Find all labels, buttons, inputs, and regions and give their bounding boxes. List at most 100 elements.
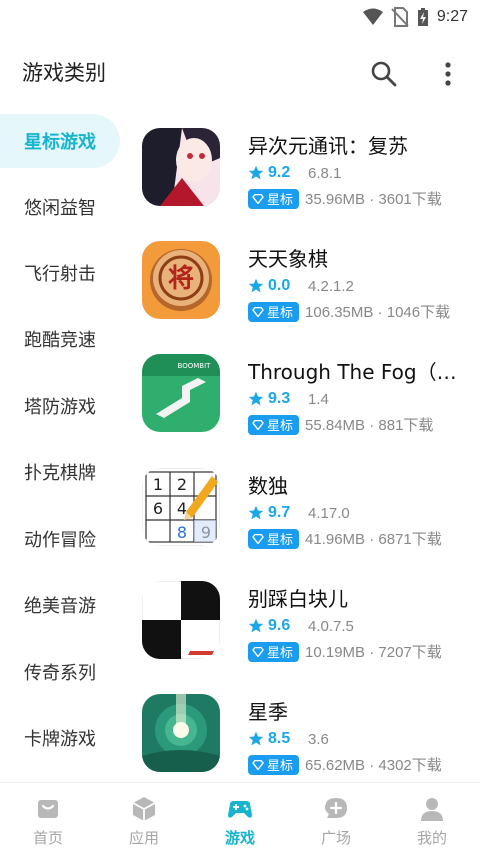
more-options-icon[interactable] (436, 58, 460, 90)
badge-label: 星标 (267, 646, 294, 661)
sidebar-item-card-game[interactable]: 卡牌游戏 (0, 711, 124, 765)
game-score: 9.3 (268, 390, 291, 407)
tab-label: 应用 (128, 829, 159, 847)
diamond-icon (252, 759, 264, 770)
starred-badge: 星标 (248, 641, 300, 662)
star-icon (248, 165, 264, 180)
badge-label: 星标 (267, 193, 294, 208)
wifi-icon (362, 8, 383, 25)
tab-label: 首页 (32, 829, 63, 847)
badge-label: 星标 (267, 419, 294, 434)
list-item[interactable]: 星季 8.5 3.6 星标 65.62MB · 4302下载 (124, 676, 480, 782)
game-name: 数独 (248, 474, 288, 498)
game-meta: 65.62MB · 4302下载 (305, 757, 442, 774)
meta-row: 星标 35.96MB · 3601下载 (248, 188, 442, 209)
search-icon[interactable] (368, 58, 400, 90)
tab-home[interactable]: 首页 (0, 783, 96, 853)
battery-charging-icon (417, 8, 428, 26)
chinese-chess-icon: 将 (142, 241, 220, 319)
sudoku-icon: 12 64 89 (142, 468, 220, 546)
svg-text:BOOMBIT: BOOMBIT (178, 362, 212, 370)
sidebar-item-casual[interactable]: 悠闲益智 (0, 180, 124, 234)
bottom-navigation: 首页 应用 游戏 广场 我的 (0, 782, 480, 853)
badge-label: 星标 (267, 306, 294, 321)
game-version: 4.17.0 (308, 504, 350, 522)
tab-profile[interactable]: 我的 (384, 783, 480, 853)
meta-row: 星标 41.96MB · 6871下载 (248, 528, 442, 549)
star-icon (248, 618, 264, 633)
list-item[interactable]: BOOMBIT Through The Fog（穿越迷雾） 9.3 1.4 星标… (124, 336, 480, 448)
sidebar-item-racing[interactable]: 跑酷竞速 (0, 312, 124, 366)
star-icon (248, 391, 264, 406)
diamond-icon (252, 646, 264, 657)
game-version: 4.0.7.5 (308, 617, 354, 635)
no-sim-icon (391, 7, 409, 27)
starred-badge: 星标 (248, 301, 300, 322)
sidebar-item-action[interactable]: 动作冒险 (0, 512, 124, 566)
category-sidebar: 星标游戏 悠闲益智 飞行射击 跑酷竞速 塔防游戏 扑克棋牌 动作冒险 绝美音游 … (0, 110, 124, 782)
star-icon (248, 505, 264, 520)
page-title: 游戏类别 (22, 61, 106, 85)
diamond-icon (252, 533, 264, 544)
sidebar-item-tower-defense[interactable]: 塔防游戏 (0, 379, 124, 433)
list-item[interactable]: 别踩白块儿 9.6 4.0.7.5 星标 10.19MB · 7207下载 (124, 563, 480, 675)
game-version: 1.4 (308, 390, 329, 408)
box-icon (132, 797, 156, 821)
game-score: 9.2 (268, 164, 291, 181)
starred-badge: 星标 (248, 528, 300, 549)
game-score: 0.0 (268, 277, 291, 294)
meta-row: 星标 106.35MB · 1046下载 (248, 301, 450, 322)
rating-row: 9.3 1.4 (248, 390, 329, 408)
rating-row: 0.0 4.2.1.2 (248, 277, 354, 295)
tab-apps[interactable]: 应用 (96, 783, 192, 853)
sidebar-item-music[interactable]: 绝美音游 (0, 578, 124, 632)
diamond-icon (252, 193, 264, 204)
diamond-icon (252, 306, 264, 317)
game-meta: 35.96MB · 3601下载 (305, 191, 442, 208)
svg-text:8: 8 (177, 523, 187, 542)
sidebar-item-starred[interactable]: 星标游戏 (0, 114, 120, 168)
list-item[interactable]: 将 天天象棋 0.0 4.2.1.2 星标 106.35MB · 1046下载 (124, 223, 480, 335)
tab-label: 我的 (416, 829, 447, 847)
starred-badge: 星标 (248, 188, 300, 209)
chat-icon (325, 798, 347, 818)
rating-row: 9.7 4.17.0 (248, 504, 350, 522)
svg-text:1: 1 (153, 475, 163, 494)
game-meta: 55.84MB · 881下载 (305, 417, 434, 434)
game-score: 9.6 (268, 617, 291, 634)
game-meta: 41.96MB · 6871下载 (305, 531, 442, 548)
game-list: 异次元通讯：复苏 9.2 6.8.1 星标 35.96MB · 3601下载 将… (124, 110, 480, 782)
sidebar-item-card-board[interactable]: 扑克棋牌 (0, 445, 124, 499)
starred-badge: 星标 (248, 414, 300, 435)
fog-path-icon: BOOMBIT (142, 354, 220, 432)
star-icon (248, 278, 264, 293)
status-bar: 9:27 (0, 0, 480, 34)
rating-row: 8.5 3.6 (248, 730, 329, 748)
game-version: 3.6 (308, 730, 329, 748)
clock: 9:27 (436, 8, 468, 25)
game-meta: 10.19MB · 7207下载 (305, 644, 442, 661)
star-icon (248, 731, 264, 746)
game-name: 异次元通讯：复苏 (248, 134, 408, 158)
game-meta: 106.35MB · 1046下载 (305, 304, 451, 321)
badge-label: 星标 (267, 759, 294, 774)
game-name: 别踩白块儿 (248, 587, 348, 611)
tab-square[interactable]: 广场 (288, 783, 384, 853)
profile-icon (421, 798, 443, 821)
tab-label: 广场 (320, 829, 351, 847)
sidebar-item-legend[interactable]: 传奇系列 (0, 645, 124, 699)
meta-row: 星标 10.19MB · 7207下载 (248, 641, 442, 662)
rating-row: 9.6 4.0.7.5 (248, 617, 354, 635)
game-version: 6.8.1 (308, 164, 342, 182)
gamepad-icon (228, 801, 252, 818)
tab-games[interactable]: 游戏 (192, 783, 288, 853)
list-item[interactable]: 异次元通讯：复苏 9.2 6.8.1 星标 35.96MB · 3601下载 (124, 110, 480, 222)
game-name: 星季 (248, 700, 288, 724)
sidebar-item-shooting[interactable]: 飞行射击 (0, 246, 124, 300)
game-score: 8.5 (268, 730, 291, 747)
game-name: Through The Fog（穿越迷雾） (248, 360, 473, 384)
meta-row: 星标 55.84MB · 881下载 (248, 414, 433, 435)
list-item[interactable]: 12 64 89 数独 9.7 4.17.0 星标 41.96MB · 6871… (124, 450, 480, 562)
badge-label: 星标 (267, 533, 294, 548)
tab-label: 游戏 (224, 829, 255, 847)
